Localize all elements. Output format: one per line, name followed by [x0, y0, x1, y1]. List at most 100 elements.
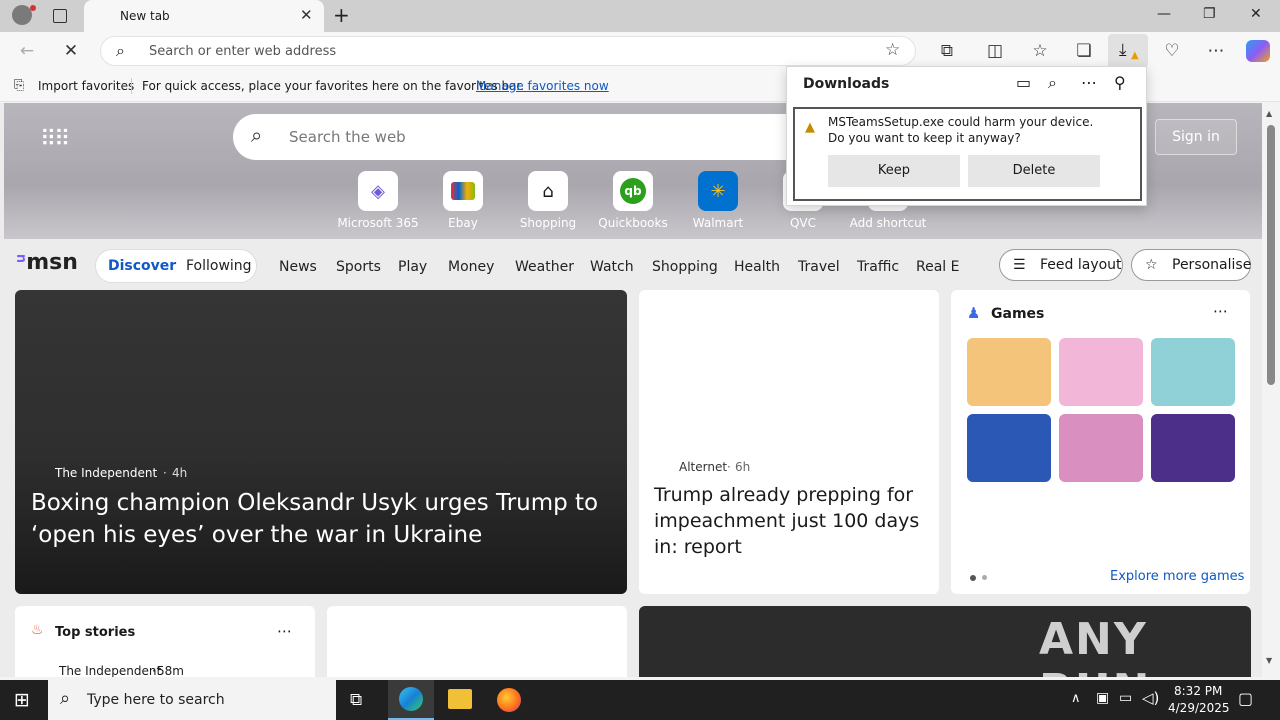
article-source: The Independent — [55, 466, 158, 480]
profile-notification-dot — [30, 5, 36, 11]
scroll-up-icon[interactable]: ▲ — [1266, 109, 1272, 118]
explore-more-games-link[interactable]: Explore more games — [1110, 569, 1244, 584]
back-icon[interactable]: ← — [16, 41, 38, 61]
article-age-separator: · — [152, 664, 156, 677]
taskbar-search-box[interactable]: ⌕ Type here to search — [48, 680, 336, 720]
clock-time[interactable]: 8:32 PM — [1174, 684, 1222, 698]
copilot-icon[interactable] — [1246, 40, 1270, 62]
stop-loading-icon[interactable]: ✕ — [60, 41, 82, 61]
video-card[interactable]: ANY RUN — [639, 606, 1251, 677]
nav-play[interactable]: Play — [398, 259, 427, 275]
nav-travel[interactable]: Travel — [798, 259, 840, 275]
more-options-icon[interactable]: ⋯ — [277, 622, 292, 640]
scrollbar-thumb[interactable] — [1267, 125, 1275, 385]
open-folder-icon[interactable]: ▭ — [1016, 73, 1031, 92]
game-tile[interactable] — [1151, 338, 1235, 406]
notifications-icon[interactable]: ▢ — [1238, 689, 1253, 708]
shortcut-microsoft-365[interactable]: ◈ Microsoft 365 — [333, 171, 423, 230]
shortcut-quickbooks[interactable]: qb Quickbooks — [588, 171, 678, 230]
more-options-icon[interactable]: ⋯ — [1213, 302, 1228, 320]
taskbar-search-placeholder: Type here to search — [87, 692, 225, 708]
msn-logo[interactable]: ᵙmsn — [16, 250, 78, 275]
personalise-label: Personalise — [1172, 257, 1252, 273]
nav-watch[interactable]: Watch — [590, 259, 634, 275]
download-warning-text: MSTeamsSetup.exe could harm your device.… — [828, 115, 1094, 145]
firefox-icon[interactable] — [497, 688, 521, 712]
tab-following[interactable]: Following — [186, 258, 252, 274]
delete-button[interactable]: Delete — [968, 155, 1100, 187]
taskbar-edge[interactable] — [388, 680, 434, 720]
settings-more-icon[interactable]: ⋯ — [1205, 41, 1227, 61]
volume-icon[interactable]: ◁) — [1142, 689, 1159, 707]
browser-toolbar: ← ✕ ⌕ Search or enter web address ☆ ⧉ ◫ … — [0, 32, 1280, 70]
nav-health[interactable]: Health — [734, 259, 780, 275]
nav-weather[interactable]: Weather — [515, 259, 574, 275]
address-bar[interactable]: ⌕ Search or enter web address ☆ — [100, 36, 916, 66]
favbar-divider — [131, 78, 132, 94]
device-icon[interactable]: ▣ — [1096, 690, 1109, 706]
close-window-icon[interactable]: ✕ — [1250, 6, 1262, 22]
hero-news-card[interactable]: The Independent · 4h Boxing champion Ole… — [15, 290, 627, 594]
nav-traffic[interactable]: Traffic — [857, 259, 899, 275]
game-tile[interactable] — [1151, 414, 1235, 482]
extensions-icon[interactable]: ⧉ — [936, 41, 958, 61]
downloads-button[interactable]: ⤓ ▲ — [1108, 34, 1148, 68]
nav-money[interactable]: Money — [448, 259, 494, 275]
shortcut-shopping[interactable]: ⌂ Shopping — [503, 171, 593, 230]
article-source: The Independent — [59, 664, 162, 677]
tab-new-tab[interactable]: New tab ✕ — [84, 0, 324, 32]
news-card[interactable]: Alternet · 6h Trump already prepping for… — [639, 290, 939, 594]
import-favorites-button[interactable]: Import favorites — [38, 79, 134, 93]
pin-icon[interactable]: ⚲ — [1114, 73, 1126, 92]
scroll-down-icon[interactable]: ▼ — [1266, 656, 1272, 665]
nav-real-estate[interactable]: Real E — [916, 259, 959, 275]
task-view-icon[interactable]: ⧉ — [350, 690, 362, 710]
app-launcher-icon[interactable]: ⠿⠿ — [40, 127, 70, 152]
favorites-icon[interactable]: ☆ — [1029, 41, 1051, 61]
tab-discover[interactable]: Discover — [108, 258, 176, 274]
search-downloads-icon[interactable]: ⌕ — [1048, 73, 1057, 93]
windows-start-icon[interactable]: ⊞ — [14, 689, 30, 711]
nav-news[interactable]: News — [279, 259, 317, 275]
manage-favorites-link[interactable]: Manage favorites now — [476, 79, 609, 93]
article-age-separator: · — [163, 466, 167, 480]
news-card[interactable] — [327, 606, 627, 677]
news-headline[interactable]: Trump already prepping for impeachment j… — [654, 482, 924, 560]
carousel-dot[interactable] — [982, 575, 987, 580]
new-tab-icon[interactable]: + — [333, 3, 350, 27]
clock-date[interactable]: 4/29/2025 — [1168, 701, 1230, 715]
feed-layout-button[interactable]: ☰ Feed layout — [999, 249, 1123, 281]
restore-icon[interactable]: ❐ — [1203, 6, 1216, 22]
split-screen-icon[interactable]: ◫ — [984, 41, 1006, 61]
personalise-button[interactable]: ☆ Personalise — [1131, 249, 1251, 281]
keep-button[interactable]: Keep — [828, 155, 960, 187]
screen: New tab ✕ + — ❐ ✕ ← ✕ ⌕ Search or enter … — [0, 0, 1280, 720]
game-tile[interactable] — [1059, 414, 1143, 482]
show-hidden-icons-icon[interactable]: ∧ — [1071, 691, 1081, 706]
article-age: 58m — [157, 664, 184, 677]
nav-sports[interactable]: Sports — [336, 259, 381, 275]
quickbooks-icon: qb — [613, 171, 653, 211]
nav-shopping[interactable]: Shopping — [652, 259, 718, 275]
hero-headline[interactable]: Boxing champion Oleksandr Usyk urges Tru… — [31, 487, 611, 551]
carousel-dot-active[interactable] — [970, 575, 976, 581]
tab-actions-icon[interactable] — [53, 9, 67, 23]
vertical-scrollbar[interactable]: ▲ ▼ — [1262, 103, 1280, 677]
shortcut-ebay[interactable]: Ebay — [418, 171, 508, 230]
sign-in-button[interactable]: Sign in — [1155, 119, 1237, 155]
network-icon[interactable]: ▭ — [1119, 690, 1132, 706]
web-search-box[interactable]: ⌕ Search the web — [233, 114, 873, 160]
game-tile[interactable] — [1059, 338, 1143, 406]
game-tile[interactable] — [967, 414, 1051, 482]
close-tab-icon[interactable]: ✕ — [300, 6, 313, 24]
minimize-icon[interactable]: — — [1157, 6, 1171, 22]
more-options-icon[interactable]: ⋯ — [1081, 73, 1097, 92]
browser-essentials-icon[interactable]: ♡ — [1161, 41, 1183, 61]
favorite-star-icon[interactable]: ☆ — [885, 40, 900, 60]
shortcut-walmart[interactable]: ✳ Walmart — [673, 171, 763, 230]
file-explorer-icon[interactable] — [448, 689, 472, 709]
download-item: ▲ MSTeamsSetup.exe could harm your devic… — [793, 107, 1142, 201]
collections-icon[interactable]: ❏ — [1073, 41, 1095, 61]
profile-avatar[interactable] — [12, 5, 32, 25]
game-tile[interactable] — [967, 338, 1051, 406]
